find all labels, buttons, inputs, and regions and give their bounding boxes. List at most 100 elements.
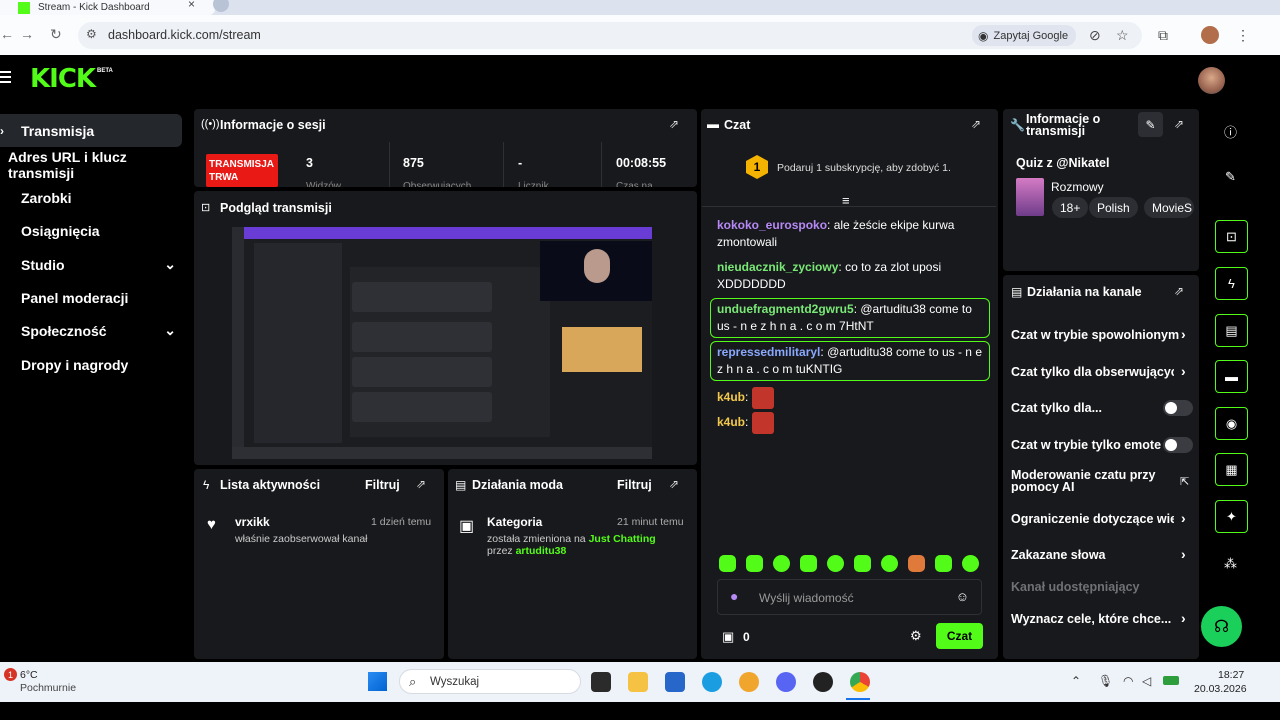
discord-icon[interactable] <box>776 672 796 692</box>
category-thumbnail[interactable] <box>1016 178 1044 216</box>
emote-only-toggle[interactable] <box>1163 437 1193 453</box>
chat-username[interactable]: k4ub <box>717 390 745 404</box>
emoji-icon[interactable]: ☺ <box>956 589 969 604</box>
mod-filter-button[interactable]: Filtruj <box>617 478 652 492</box>
edit-icon[interactable]: ✎ <box>1225 169 1236 185</box>
sub-prompt[interactable]: Podaruj 1 subskrypcję, aby zdobyć 1. <box>777 162 951 174</box>
emote-icon[interactable] <box>962 555 979 572</box>
volume-icon[interactable]: ◁ <box>1142 674 1151 688</box>
sidebar-item-osiagniecia[interactable]: Osiągnięcia <box>0 214 182 247</box>
chat-username[interactable]: kokoko_eurospoko <box>717 218 827 232</box>
apps-icon[interactable]: ⁂ <box>1224 556 1237 572</box>
banned-words-item[interactable]: Zakazane słowa <box>1011 548 1187 562</box>
emote-icon[interactable] <box>719 555 736 572</box>
subs-only-toggle[interactable] <box>1163 400 1193 416</box>
stream-category[interactable]: Rozmowy <box>1051 180 1104 194</box>
chat-username[interactable]: nieudacznik_zyciowy <box>717 260 838 274</box>
followers-only-item[interactable]: Czat tylko dla obserwujących <box>1011 365 1174 379</box>
battery-icon[interactable] <box>1163 676 1179 685</box>
stream-preview-video[interactable] <box>232 227 652 459</box>
sidebar-item-url-key[interactable]: Adres URL i klucz transmisji <box>0 148 190 181</box>
popout-icon[interactable]: ⇗ <box>669 477 679 491</box>
document-icon[interactable]: ▤ <box>1215 314 1248 347</box>
ai-moderation-item[interactable]: Moderowanie czatu przy pomocy AI <box>1011 469 1171 493</box>
forward-icon[interactable]: → <box>20 26 34 42</box>
clock-date[interactable]: 20.03.2026 <box>1194 683 1247 695</box>
weather-desc[interactable]: Pochmurnie <box>20 682 76 694</box>
reload-icon[interactable]: ↻ <box>50 26 62 43</box>
taskbar-search[interactable]: ⌕ Wyszukaj <box>399 669 581 694</box>
edit-icon[interactable]: ✎ <box>1138 112 1163 137</box>
obs-icon[interactable] <box>813 672 833 692</box>
goals-item[interactable]: Wyznacz cele, które chce... <box>1011 612 1177 626</box>
url-text[interactable]: dashboard.kick.com/stream <box>108 28 261 42</box>
new-tab-button[interactable] <box>213 0 229 12</box>
age-restriction-item[interactable]: Ograniczenie dotyczące wiek <box>1011 512 1174 526</box>
activity-filter-button[interactable]: Filtruj <box>365 478 400 492</box>
app-icon[interactable] <box>739 672 759 692</box>
sidebar-item-studio[interactable]: Studio ⌄ <box>0 248 182 281</box>
windows-start-icon[interactable] <box>368 672 387 691</box>
external-link-icon[interactable]: ⇱ <box>1180 475 1189 488</box>
ask-google-button[interactable]: ◉ Zapytaj Google <box>972 25 1076 46</box>
emote-icon[interactable] <box>800 555 817 572</box>
bookmark-star-icon[interactable]: ☆ <box>1116 27 1129 44</box>
chat-username[interactable]: k4ub <box>717 415 745 429</box>
sidebar-item-panel-moderacji[interactable]: Panel moderacji <box>0 281 182 314</box>
clock-time[interactable]: 18:27 <box>1218 669 1244 681</box>
sidebar-item-spolecznosc[interactable]: Społeczność ⌄ <box>0 314 182 347</box>
capture-icon[interactable]: ⊡ <box>1215 220 1248 253</box>
emote-icon[interactable] <box>908 555 925 572</box>
mod-action-by-user[interactable]: artuditu38 <box>516 545 567 557</box>
browser-profile-avatar[interactable] <box>1201 26 1219 44</box>
emote-icon[interactable] <box>773 555 790 572</box>
store-icon[interactable] <box>665 672 685 692</box>
user-avatar[interactable] <box>1198 67 1225 94</box>
tray-chevron-icon[interactable]: ⌃ <box>1071 674 1081 688</box>
sidebar-item-transmisja[interactable]: › Transmisja <box>0 114 182 147</box>
layout-icon[interactable]: ▦ <box>1215 453 1248 486</box>
emote-icon[interactable] <box>827 555 844 572</box>
microphone-icon[interactable]: ● <box>730 588 738 604</box>
popout-icon[interactable]: ⇗ <box>1174 117 1184 131</box>
chat-username[interactable]: unduefragmentd2gwru5 <box>717 302 854 316</box>
edge-icon[interactable] <box>702 672 722 692</box>
sidebar-item-dropy[interactable]: Dropy i nagrody <box>0 348 182 381</box>
sidebar-item-zarobki[interactable]: Zarobki <box>0 181 182 214</box>
emote-icon[interactable] <box>746 555 763 572</box>
microphone-icon[interactable]: 🎙 <box>1098 674 1113 688</box>
site-info-icon[interactable]: ⚙ <box>86 27 97 41</box>
back-icon[interactable]: ← <box>0 26 14 42</box>
lightning-icon[interactable]: ϟ <box>1215 267 1248 300</box>
close-tab-icon[interactable]: × <box>188 0 195 11</box>
slow-mode-item[interactable]: Czat w trybie spowolnionym <box>1011 328 1187 342</box>
chat-username[interactable]: repressedmilitaryl <box>717 345 820 359</box>
extensions-icon[interactable]: ⧉ <box>1158 27 1168 44</box>
kick-logo[interactable]: KICK <box>30 64 96 94</box>
support-button[interactable]: ☊ <box>1201 606 1242 647</box>
weather-temp[interactable]: 6°C <box>20 669 38 681</box>
gear-icon[interactable]: ⚙ <box>910 628 922 644</box>
emote-icon[interactable] <box>854 555 871 572</box>
chat-input[interactable]: ● Wyślij wiadomość ☺ <box>717 579 982 615</box>
chat-icon[interactable]: ▬ <box>1215 360 1248 393</box>
file-explorer-icon[interactable] <box>628 672 648 692</box>
popout-icon[interactable]: ⇗ <box>416 477 426 491</box>
send-chat-button[interactable]: Czat <box>936 623 983 649</box>
popout-icon[interactable]: ⇗ <box>971 117 981 131</box>
emote-icon[interactable] <box>881 555 898 572</box>
info-icon[interactable]: ⓘ <box>1224 122 1237 141</box>
browser-tab[interactable]: Stream - Kick Dashboard × <box>0 0 215 15</box>
wrench-icon[interactable]: ✦ <box>1215 500 1248 533</box>
eye-off-icon[interactable]: ⊘ <box>1089 27 1101 44</box>
mod-action-category[interactable]: Just Chatting <box>589 533 656 545</box>
menu-icon[interactable] <box>0 71 11 83</box>
wifi-icon[interactable]: ◠ <box>1123 674 1133 688</box>
browser-menu-icon[interactable]: ⋮ <box>1236 27 1250 44</box>
task-view-icon[interactable] <box>591 672 611 692</box>
popout-icon[interactable]: ⇗ <box>1174 284 1184 298</box>
emote-icon[interactable] <box>935 555 952 572</box>
broadcast-icon[interactable]: ◉ <box>1215 407 1248 440</box>
popout-icon[interactable]: ⇗ <box>669 117 679 131</box>
activity-user[interactable]: vrxikk <box>235 515 270 529</box>
